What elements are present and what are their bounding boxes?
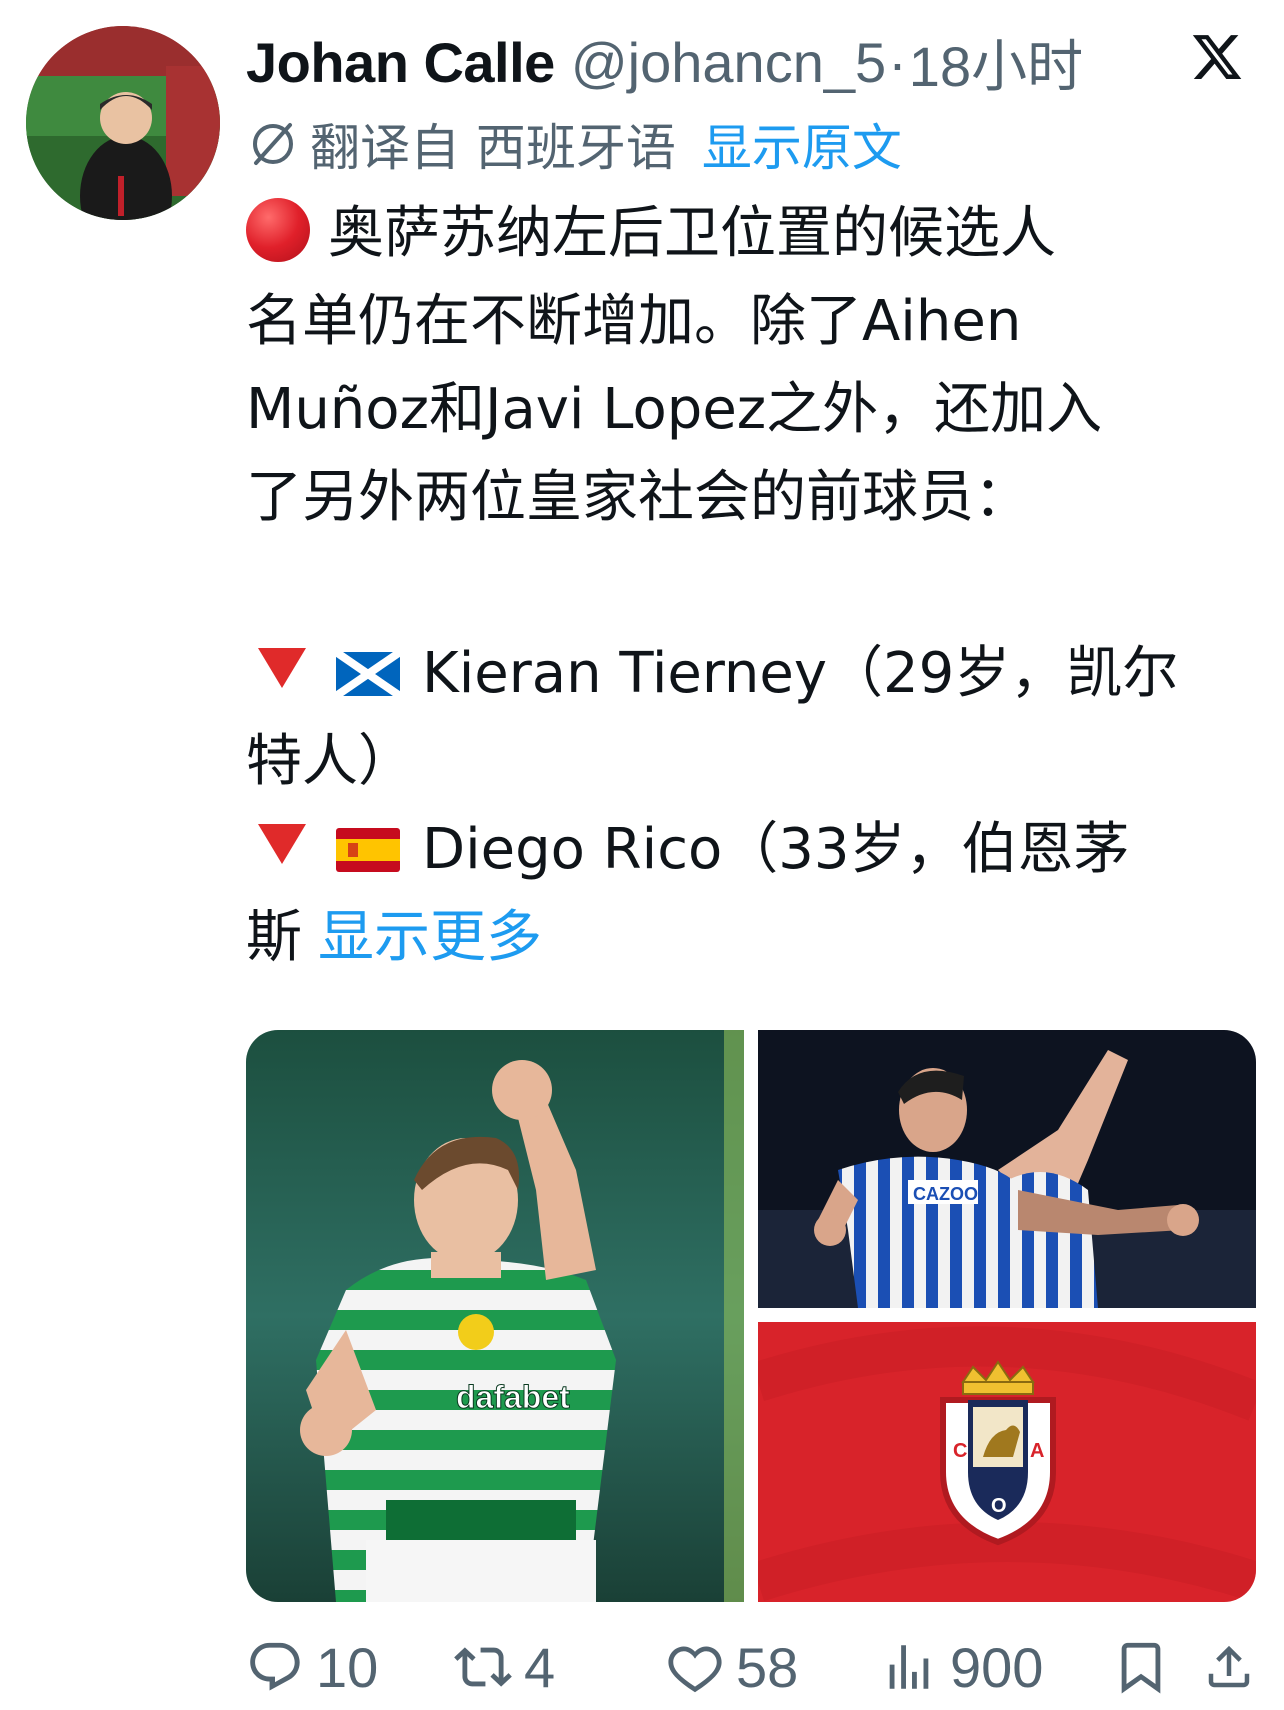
show-original-link[interactable]: 显示原文 xyxy=(702,108,902,180)
candidate-2-text-cont: 斯 xyxy=(246,905,302,970)
candidate-2-cont-line: 斯显示更多 xyxy=(246,894,1256,982)
avatar-photo xyxy=(26,26,220,220)
tweet-action-bar: 10 4 58 900 xyxy=(246,1632,1256,1702)
views-count: 900 xyxy=(950,1635,1044,1699)
left-shirt-text: dafabet xyxy=(456,1379,570,1415)
like-icon xyxy=(668,1646,722,1693)
retweet-button[interactable]: 4 xyxy=(454,1632,555,1702)
tweet-text-line: 名单仍在不断增加。除了Aihen xyxy=(246,289,1022,354)
rico-photo: CAZOO xyxy=(758,1030,1256,1308)
reply-icon xyxy=(250,1642,300,1691)
crest-letter: O xyxy=(991,1495,1007,1517)
translated-from-label: 翻译自 西班牙语 xyxy=(310,119,676,177)
retweet-count: 4 xyxy=(524,1635,556,1699)
candidate-1-text: Kieran Tierney（29岁，凯尔 xyxy=(422,641,1179,706)
author-name[interactable]: Johan Calle xyxy=(246,30,555,95)
media-image-osasuna[interactable]: C A O xyxy=(758,1322,1256,1602)
author-handle[interactable]: @johancn_5 xyxy=(571,30,886,95)
red-circle-icon xyxy=(246,198,310,262)
candidate-2-text: Diego Rico（33岁，伯恩茅 xyxy=(422,817,1130,882)
reply-button[interactable]: 10 xyxy=(246,1632,378,1702)
like-count: 58 xyxy=(736,1635,799,1699)
tweet-line-1: 奥萨苏纳左后卫位置的候选人 xyxy=(246,190,1256,278)
tweet-time[interactable]: 18小时 xyxy=(909,22,1083,103)
avatar[interactable] xyxy=(26,26,220,220)
bookmark-button[interactable] xyxy=(1112,1632,1182,1702)
candidate-item-2: Diego Rico（33岁，伯恩茅 xyxy=(246,806,1256,894)
top-right-shirt-text: CAZOO xyxy=(913,1184,978,1204)
media-image-tierney[interactable]: dafabet xyxy=(246,1030,744,1602)
x-logo-icon[interactable] xyxy=(1190,30,1244,84)
scotland-flag-icon xyxy=(336,652,400,696)
red-triangle-icon xyxy=(258,824,306,864)
candidate-1-text-cont: 特人） xyxy=(246,729,414,794)
translate-icon xyxy=(253,123,293,165)
media-grid: dafabet CAZOO C A O xyxy=(246,1030,1256,1602)
share-button[interactable] xyxy=(1202,1632,1268,1702)
crest-letter: A xyxy=(1030,1440,1044,1462)
reply-count: 10 xyxy=(316,1635,379,1699)
tweet-text-line: Muñoz和Javi Lopez之外，还加入 xyxy=(246,377,1103,442)
like-button[interactable]: 58 xyxy=(666,1632,798,1702)
bookmark-icon xyxy=(1121,1642,1161,1694)
views-icon xyxy=(889,1645,929,1689)
tweet-header: Johan Calle @johancn_5 · 18小时 xyxy=(246,22,1083,102)
osasuna-crest-image: C A O xyxy=(758,1322,1256,1602)
tierney-photo: dafabet xyxy=(246,1030,744,1602)
show-more-link[interactable]: 显示更多 xyxy=(318,905,542,970)
tweet-text-line: 奥萨苏纳左后卫位置的候选人 xyxy=(328,201,1056,266)
red-triangle-icon xyxy=(258,648,306,688)
share-icon xyxy=(1208,1645,1250,1688)
translation-row: 翻译自 西班牙语 显示原文 xyxy=(246,108,902,180)
tweet-text: 奥萨苏纳左后卫位置的候选人 名单仍在不断增加。除了Aihen Muñoz和Jav… xyxy=(246,190,1256,982)
time-separator: · xyxy=(888,30,907,94)
spain-flag-icon xyxy=(336,828,400,872)
tweet-text-line: 了另外两位皇家社会的前球员： xyxy=(246,465,1030,530)
retweet-icon xyxy=(454,1647,512,1687)
media-image-rico[interactable]: CAZOO xyxy=(758,1030,1256,1308)
views-button[interactable]: 900 xyxy=(880,1632,1043,1702)
crest-letter: C xyxy=(953,1440,967,1462)
candidate-item-1: Kieran Tierney（29岁，凯尔 xyxy=(246,630,1256,718)
